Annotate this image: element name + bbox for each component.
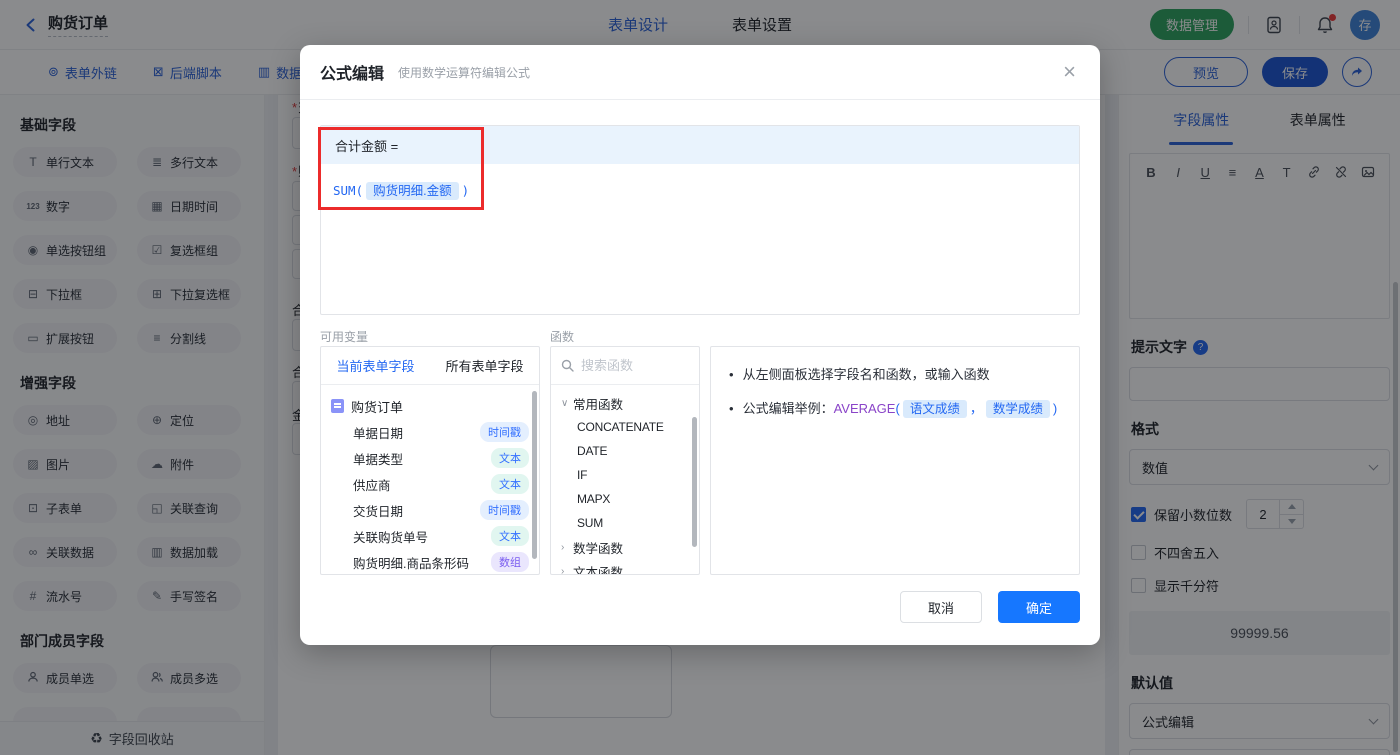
modal-subtitle: 使用数学运算符编辑公式	[398, 65, 531, 80]
modal-header: 公式编辑 使用数学运算符编辑公式 ×	[300, 45, 1100, 100]
function-list: ∨ 常用函数 CONCATENATE DATE IF MAPX SUM › 数学函数…	[551, 385, 699, 575]
variable-row[interactable]: 交货日期 时间戳	[331, 497, 529, 523]
function-group-math[interactable]: › 数学函数	[551, 535, 699, 559]
variables-caption: 可用变量	[320, 330, 369, 344]
variable-row[interactable]: 供应商 文本	[331, 471, 529, 497]
function-item[interactable]: DATE	[551, 439, 699, 463]
cancel-button[interactable]: 取消	[900, 591, 982, 623]
type-badge: 时间戳	[480, 422, 529, 442]
functions-caption: 函数	[550, 330, 575, 344]
type-badge: 文本	[491, 526, 529, 546]
tip-line-1: 从左侧面板选择字段名和函数，或输入函数	[729, 365, 1061, 385]
formula-expression[interactable]: SUM(购货明细.金额)	[321, 164, 1079, 215]
example-field-chip: 数学成绩	[985, 400, 1050, 418]
tree-root-form[interactable]: 购货订单	[331, 393, 529, 419]
tip-line-2: 公式编辑举例：AVERAGE(语文成绩，数学成绩)	[729, 399, 1061, 419]
variables-tree: 购货订单 单据日期 时间戳 单据类型 文本 供应商 文本 交货日期 时间戳 关联购货单号…	[321, 385, 539, 574]
close-icon[interactable]: ×	[1059, 59, 1080, 85]
variables-tabs: 当前表单字段 所有表单字段	[321, 347, 539, 385]
tab-all-form-fields[interactable]: 所有表单字段	[445, 356, 523, 375]
type-badge: 文本	[491, 474, 529, 494]
function-group-text[interactable]: › 文本函数	[551, 559, 699, 575]
variable-row[interactable]: 单据类型 文本	[331, 445, 529, 471]
variable-row[interactable]: 单据日期 时间戳	[331, 419, 529, 445]
function-search-input[interactable]	[581, 358, 681, 373]
functions-scrollbar[interactable]	[692, 417, 697, 547]
formula-editor[interactable]: 合计金额 = SUM(购货明细.金额)	[320, 125, 1080, 315]
type-badge: 数组	[491, 552, 529, 572]
formula-target-row: 合计金额 =	[321, 126, 1079, 164]
example-function: AVERAGE	[833, 401, 896, 416]
type-badge: 文本	[491, 448, 529, 468]
example-field-chip: 语文成绩	[902, 400, 967, 418]
function-search	[551, 347, 699, 385]
form-doc-icon	[331, 399, 344, 413]
function-item[interactable]: IF	[551, 463, 699, 487]
variables-panel: 当前表单字段 所有表单字段 购货订单 单据日期 时间戳 单据类型 文本 供应商 文本 …	[320, 346, 540, 575]
formula-field-chip[interactable]: 购货明细.金额	[366, 182, 459, 200]
variable-row[interactable]: 购货明细.商品条形码 数组	[331, 549, 529, 574]
search-icon	[561, 359, 574, 372]
function-item[interactable]: SUM	[551, 511, 699, 535]
type-badge: 时间戳	[480, 500, 529, 520]
app: 购货订单 表单设计 表单设置 数据管理 存 ⊚ 表单外链 ⊠ 后端脚本 ▥ 数据权	[0, 0, 1400, 755]
chevron-down-icon: ∨	[561, 397, 569, 409]
chevron-right-icon: ›	[561, 541, 565, 553]
formula-edit-modal: 公式编辑 使用数学运算符编辑公式 × 合计金额 = SUM(购货明细.金额) 可…	[300, 45, 1100, 645]
formula-function: SUM	[333, 183, 356, 198]
variable-row[interactable]: 关联购货单号 文本	[331, 523, 529, 549]
function-item[interactable]: MAPX	[551, 487, 699, 511]
function-item[interactable]: CONCATENATE	[551, 415, 699, 439]
chevron-right-icon: ›	[561, 565, 565, 575]
confirm-button[interactable]: 确定	[998, 591, 1080, 623]
function-group-common[interactable]: ∨ 常用函数	[551, 391, 699, 415]
functions-panel: ∨常用函数 CONCATENATE DATE IF MAPX SUM ›数学函数…	[550, 346, 700, 575]
variables-scrollbar[interactable]	[532, 391, 537, 559]
modal-title: 公式编辑	[320, 66, 385, 83]
tab-current-form-fields[interactable]: 当前表单字段	[336, 356, 414, 375]
modal-footer: 取消 确定	[900, 591, 1080, 623]
tips-panel: 从左侧面板选择字段名和函数，或输入函数 公式编辑举例：AVERAGE(语文成绩，…	[710, 346, 1080, 575]
